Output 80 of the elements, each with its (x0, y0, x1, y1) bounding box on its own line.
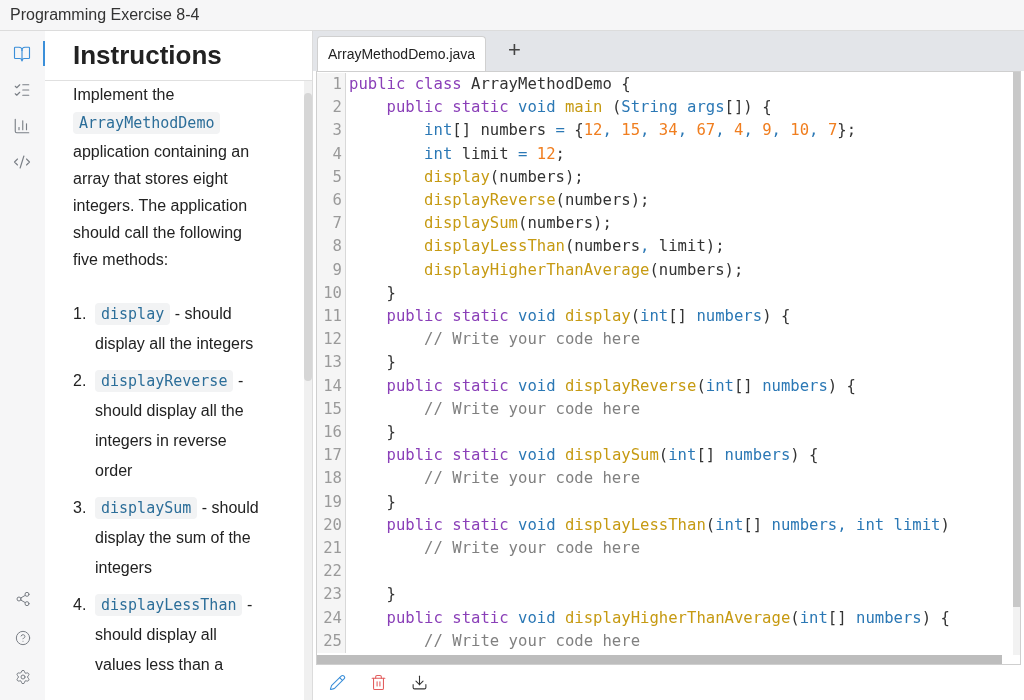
method-description: displayLessThan - should display all values less than a (95, 593, 254, 675)
method-description: display - should display all the integers (95, 302, 255, 354)
line-number: 11 (317, 305, 346, 329)
code-line: } (385, 491, 396, 513)
line-number: 10 (317, 281, 346, 306)
code-line: public static void display(int[] numbers) { (385, 306, 791, 328)
list-number: 2. (73, 371, 87, 391)
inline-code: displaySum (95, 497, 198, 519)
code-line: int[] numbers = {12, 15, 34, 67, 4, 9, 10, 7}; (423, 120, 857, 142)
rail-button[interactable] (14, 669, 31, 685)
code-line: int limit = 12; (423, 143, 565, 165)
code-line: } (385, 422, 396, 444)
line-number: 20 (317, 513, 346, 538)
line-number: 25 (317, 629, 346, 654)
line-number: 3 (317, 119, 346, 143)
method-description: displayReverse - should display all the integers in reverse order (95, 369, 245, 481)
line-number: 17 (317, 444, 346, 468)
list-number: 3. (73, 498, 87, 518)
share-icon (14, 591, 31, 607)
window-title: Programming Exercise 8-4 (10, 5, 200, 25)
code-line: public static void displayHigherThanAverage(int[] numbers) { (385, 607, 950, 629)
line-number: 16 (317, 421, 346, 445)
line-number: 19 (317, 490, 346, 514)
line-number: 21 (317, 537, 346, 561)
line-number: 14 (317, 374, 346, 398)
code-line: } (385, 282, 396, 304)
code-icon (12, 152, 31, 171)
code-line: public class ArrayMethodDemo { (348, 74, 631, 95)
code-line: } (385, 352, 396, 374)
rail-button[interactable] (14, 630, 31, 646)
bar-chart-icon (12, 116, 31, 135)
line-number: 6 (317, 189, 346, 213)
rail-button[interactable] (14, 591, 31, 607)
inline-code: ArrayMethodDemo (73, 112, 221, 134)
line-number: 12 (317, 328, 346, 352)
line-number: 5 (317, 165, 346, 189)
line-number: 22 (317, 560, 346, 584)
trash-icon (370, 674, 387, 691)
panel-heading: Instructions (73, 39, 222, 72)
code-line: public static void displayLessThan(int[] numbers, int limit) (385, 514, 950, 536)
inline-code: displayLessThan (95, 594, 243, 616)
add-tab-button[interactable]: + (504, 36, 525, 71)
line-number: 13 (317, 351, 346, 375)
list-number: 4. (73, 595, 87, 615)
line-number: 24 (317, 606, 346, 630)
line-number: 1 (317, 73, 346, 97)
code-line: displaySum(numbers); (423, 213, 612, 235)
code-line: // Write your code here (423, 630, 641, 652)
code-line: // Write your code here (423, 329, 641, 351)
code-line: public static void displayReverse(int[] numbers) { (385, 375, 856, 397)
code-line: displayReverse(numbers); (423, 190, 650, 211)
inline-code: displayReverse (95, 370, 234, 392)
code-line: display(numbers); (423, 166, 584, 188)
code-line: public static void displaySum(int[] numbers) { (385, 445, 819, 467)
settings-icon (14, 669, 31, 685)
line-number: 9 (317, 258, 346, 282)
help-icon (14, 630, 31, 646)
method-description: displaySum - should display the sum of the integers (95, 496, 260, 578)
code-line: // Write your code here (423, 468, 641, 490)
code-line: displayHigherThanAverage(numbers); (423, 259, 744, 281)
line-number: 15 (317, 397, 346, 422)
code-line: // Write your code here (423, 398, 641, 420)
line-number: 2 (317, 96, 346, 120)
line-number: 4 (317, 142, 346, 166)
file-tab[interactable]: ArrayMethodDemo.java (317, 36, 487, 71)
code-line: // Write your code here (423, 538, 641, 560)
line-number: 8 (317, 235, 346, 259)
pencil-icon (329, 674, 346, 691)
line-number: 23 (317, 583, 346, 607)
book-icon (12, 44, 31, 63)
list-number: 1. (73, 304, 87, 324)
download-icon (411, 674, 428, 691)
code-line: } (385, 584, 396, 606)
code-line: displayLessThan(numbers, limit); (423, 236, 725, 258)
line-number: 18 (317, 467, 346, 491)
intro-paragraph: Implement the ArrayMethodDemo application containing an array that stores eight integers. The application should call the following five methods: (73, 85, 251, 270)
code-line: public static void main (String args[]) { (385, 97, 772, 119)
line-number: 7 (317, 212, 346, 236)
toolbar-button[interactable] (411, 674, 428, 691)
inline-code: display (95, 303, 171, 325)
